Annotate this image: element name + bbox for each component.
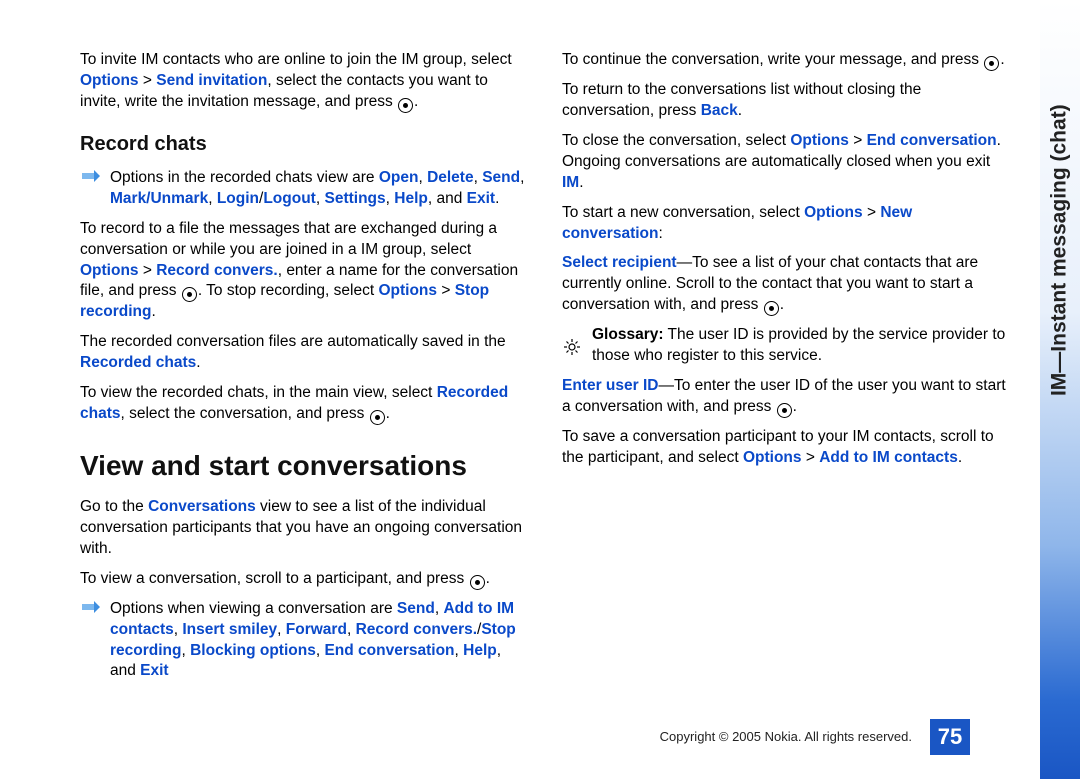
glossary-icon: [562, 327, 582, 367]
select-key-icon: [777, 403, 792, 418]
paragraph: Enter user ID—To enter the user ID of th…: [562, 376, 1010, 418]
paragraph: The recorded conversation files are auto…: [80, 332, 528, 374]
select-key-icon: [182, 287, 197, 302]
options-note: Options in the recorded chats view are O…: [80, 168, 528, 210]
note-arrow-icon: [80, 601, 100, 619]
glossary-label: Glossary:: [592, 326, 664, 343]
options-note: Options when viewing a conversation are …: [80, 599, 528, 683]
paragraph: To save a conversation participant to yo…: [562, 427, 1010, 469]
paragraph: To view the recorded chats, in the main …: [80, 383, 528, 425]
select-key-icon: [370, 410, 385, 425]
select-key-icon: [470, 575, 485, 590]
paragraph: To close the conversation, select Option…: [562, 131, 1010, 194]
select-key-icon: [984, 56, 999, 71]
copyright-text: Copyright © 2005 Nokia. All rights reser…: [660, 728, 912, 746]
note-arrow-icon: [80, 170, 100, 188]
paragraph: Select recipient—To see a list of your c…: [562, 253, 1010, 316]
footer: Copyright © 2005 Nokia. All rights reser…: [660, 719, 970, 755]
paragraph: To record to a file the messages that ar…: [80, 219, 528, 324]
select-key-icon: [764, 301, 779, 316]
text-columns: To invite IM contacts who are online to …: [80, 50, 1010, 690]
paragraph: Go to the Conversations view to see a li…: [80, 497, 528, 560]
paragraph: To return to the conversations list with…: [562, 80, 1010, 122]
select-key-icon: [398, 98, 413, 113]
side-tab-label: IM—Instant messaging (chat): [1045, 60, 1075, 440]
page-content: To invite IM contacts who are online to …: [0, 0, 1040, 779]
heading-record-chats: Record chats: [80, 131, 528, 158]
paragraph: To continue the conversation, write your…: [562, 50, 1010, 71]
glossary-note: Glossary: The user ID is provided by the…: [562, 325, 1010, 367]
paragraph: To start a new conversation, select Opti…: [562, 203, 1010, 245]
page-number: 75: [930, 719, 970, 755]
paragraph: To view a conversation, scroll to a part…: [80, 569, 528, 590]
paragraph: To invite IM contacts who are online to …: [80, 50, 528, 113]
heading-view-start: View and start conversations: [80, 447, 528, 485]
